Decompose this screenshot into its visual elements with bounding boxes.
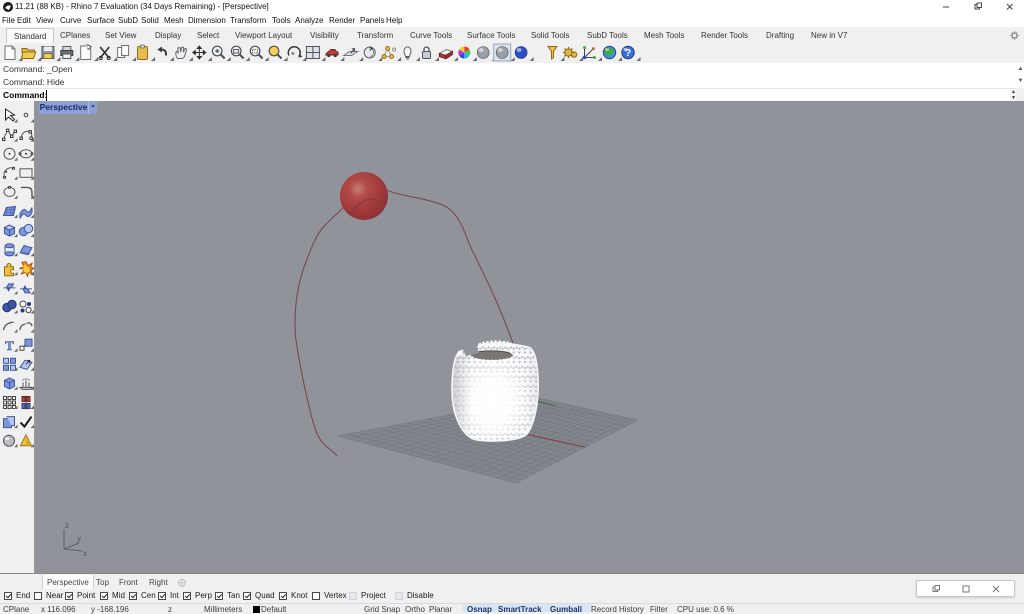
svg-text:z: z xyxy=(65,521,69,530)
svg-text:y: y xyxy=(77,534,81,543)
svg-text:T: T xyxy=(5,338,14,353)
svg-text:x: x xyxy=(83,549,87,558)
svg-text:?: ? xyxy=(625,48,631,59)
